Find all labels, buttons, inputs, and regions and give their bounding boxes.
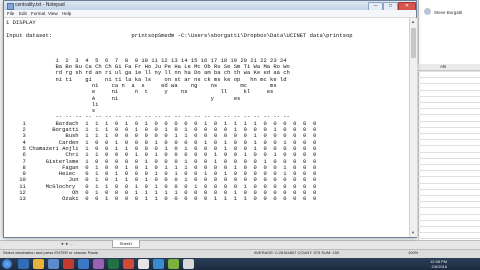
menu-help[interactable]: Help — [62, 11, 71, 16]
gridline — [418, 133, 480, 134]
gridline — [418, 207, 480, 209]
scroll-thumb[interactable] — [411, 28, 416, 58]
gridline — [418, 157, 480, 159]
gridline — [418, 213, 480, 215]
clock-date: 2/6/2016 — [431, 264, 448, 269]
gridline — [418, 120, 480, 122]
menu-view[interactable]: View — [48, 11, 58, 16]
gridline — [418, 238, 480, 240]
gridline — [418, 170, 480, 172]
scroll-down-icon[interactable]: ▼ — [411, 230, 415, 235]
app-icon-3[interactable] — [93, 259, 104, 269]
app-icon-4[interactable] — [168, 259, 179, 269]
notepad-taskbar-icon[interactable] — [183, 259, 194, 269]
gridline — [418, 108, 480, 110]
scroll-up-icon[interactable]: ▲ — [411, 19, 415, 24]
gridline — [418, 95, 480, 97]
notepad-app-icon — [7, 3, 14, 10]
column-header-bar — [418, 64, 480, 71]
window-title: centrality.txt - Notepad — [15, 2, 65, 8]
powerpoint-icon[interactable] — [123, 259, 134, 269]
gridline — [418, 164, 480, 165]
outlook-icon[interactable] — [153, 259, 164, 269]
chrome-icon[interactable] — [138, 259, 149, 269]
sheet-nav-arrows[interactable]: ◄ ► ... — [60, 241, 73, 246]
status-message: Select destination and press ENTER or ch… — [3, 250, 98, 255]
gridline — [418, 201, 480, 203]
gridline — [418, 102, 480, 103]
title-bar[interactable]: centrality.txt - Notepad ─ □ ✕ — [4, 1, 416, 11]
gridline — [418, 182, 480, 184]
text-area[interactable]: 1 DISPLAY Input dataset: printsopSmedm -… — [4, 18, 409, 237]
file-explorer-icon[interactable] — [33, 259, 44, 269]
ie-icon[interactable] — [18, 259, 29, 269]
notepad-text[interactable]: 1 DISPLAY Input dataset: printsopSmedm -… — [6, 19, 353, 203]
column-header-ab[interactable]: AB — [440, 64, 446, 69]
gridline — [418, 232, 480, 234]
gridline — [418, 114, 480, 116]
gridline — [418, 139, 480, 141]
clock[interactable]: 12:38 PM 2/6/2016 — [430, 259, 447, 269]
notepad-window: centrality.txt - Notepad ─ □ ✕ File Edit… — [3, 0, 417, 238]
app-icon-2[interactable] — [63, 259, 74, 269]
user-name[interactable]: Steve Borgatti — [434, 10, 462, 15]
menu-file[interactable]: File — [7, 11, 14, 16]
gridline — [418, 89, 480, 91]
gridline — [418, 83, 480, 85]
vertical-scrollbar[interactable]: ▲ ▼ — [409, 18, 417, 237]
zoom-level[interactable]: 100% — [408, 250, 418, 255]
gridline — [418, 219, 480, 221]
gridline — [418, 176, 480, 178]
status-stats: AVERAGE: 0.26164807 COUNT: 575 SUM: 150 — [254, 250, 340, 255]
menu-edit[interactable]: Edit — [19, 11, 27, 16]
gridline — [418, 188, 480, 190]
sheet-tab[interactable]: Sheet1 — [112, 240, 140, 248]
excel-icon[interactable] — [108, 259, 119, 269]
app-icon-1[interactable] — [48, 259, 59, 269]
gridline — [418, 71, 480, 72]
start-button[interactable] — [2, 259, 12, 269]
avatar[interactable] — [424, 8, 431, 15]
gridline — [418, 151, 480, 153]
word-icon[interactable] — [78, 259, 89, 269]
gridline — [418, 226, 480, 227]
gridline — [418, 126, 480, 128]
menu-format[interactable]: Format — [31, 11, 45, 16]
gridline — [418, 145, 480, 147]
gridline — [418, 195, 480, 196]
gridline — [418, 77, 480, 79]
